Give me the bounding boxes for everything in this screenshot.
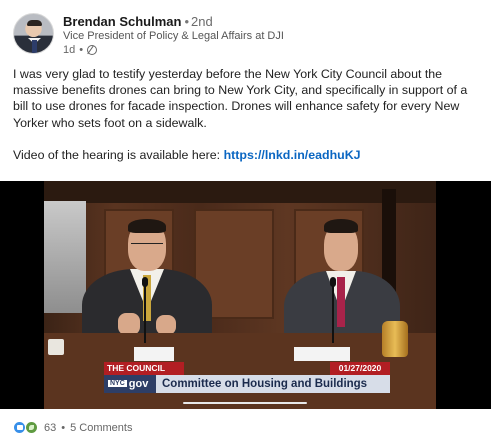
social-separator: • — [61, 421, 66, 434]
microphone — [144, 281, 146, 343]
post-paragraph-2-prefix: Video of the hearing is available here: — [13, 147, 224, 162]
post-meta: 1d • — [63, 44, 98, 56]
reaction-count[interactable]: 63 — [44, 422, 56, 434]
post-time: 1d — [63, 44, 76, 56]
scene-wall-left — [44, 201, 86, 313]
nameplate — [294, 347, 350, 361]
avatar-hair — [27, 20, 42, 26]
social-counts: 63 • 5 Comments — [13, 421, 132, 434]
microphone-head — [330, 277, 336, 287]
hand — [118, 313, 140, 335]
hair — [128, 219, 166, 233]
post-text: I was very glad to testify yesterday bef… — [13, 66, 481, 179]
gov-logo-text: gov — [128, 378, 149, 390]
post-paragraph-1: I was very glad to testify yesterday bef… — [13, 67, 468, 130]
nameplate — [134, 347, 174, 361]
globe-icon — [87, 45, 98, 55]
author-headline: Vice President of Policy & Legal Affairs… — [63, 30, 284, 42]
video-player[interactable]: THE COUNCIL 01/27/2020 NYC gov Committee … — [0, 181, 491, 409]
committee-caption: Committee on Housing and Buildings — [156, 375, 390, 393]
glasses — [131, 243, 163, 246]
video-progress-bar[interactable] — [183, 402, 307, 404]
hair — [324, 219, 358, 233]
coffee-pot — [382, 321, 408, 357]
avatar-tie — [32, 40, 37, 53]
degree-separator: • — [184, 14, 190, 29]
tie — [337, 277, 345, 327]
microphone-head — [142, 277, 148, 287]
meta-separator: • — [79, 44, 84, 56]
author-name-line: Brendan Schulman • 2nd — [63, 14, 213, 29]
author-name[interactable]: Brendan Schulman — [63, 14, 181, 29]
celebrate-icon — [25, 421, 38, 434]
scene-ceiling — [44, 181, 436, 203]
post-paragraph-2: Video of the hearing is available here: … — [13, 147, 481, 163]
nyc-logo-text: NYC — [108, 380, 127, 387]
channel-label: THE COUNCIL — [104, 362, 184, 375]
hand — [156, 315, 176, 335]
broadcast-date: 01/27/2020 — [330, 362, 390, 375]
connection-degree: 2nd — [191, 14, 213, 29]
comments-count[interactable]: 5 Comments — [70, 422, 132, 434]
cup — [48, 339, 64, 355]
feed-post: Brendan Schulman • 2nd Vice President of P… — [0, 0, 491, 439]
author-avatar[interactable] — [13, 13, 54, 54]
hearing-video-link[interactable]: https://lnkd.in/eadhuKJ — [224, 148, 361, 162]
nyc-gov-logo: NYC gov — [104, 375, 156, 393]
microphone — [332, 281, 334, 343]
